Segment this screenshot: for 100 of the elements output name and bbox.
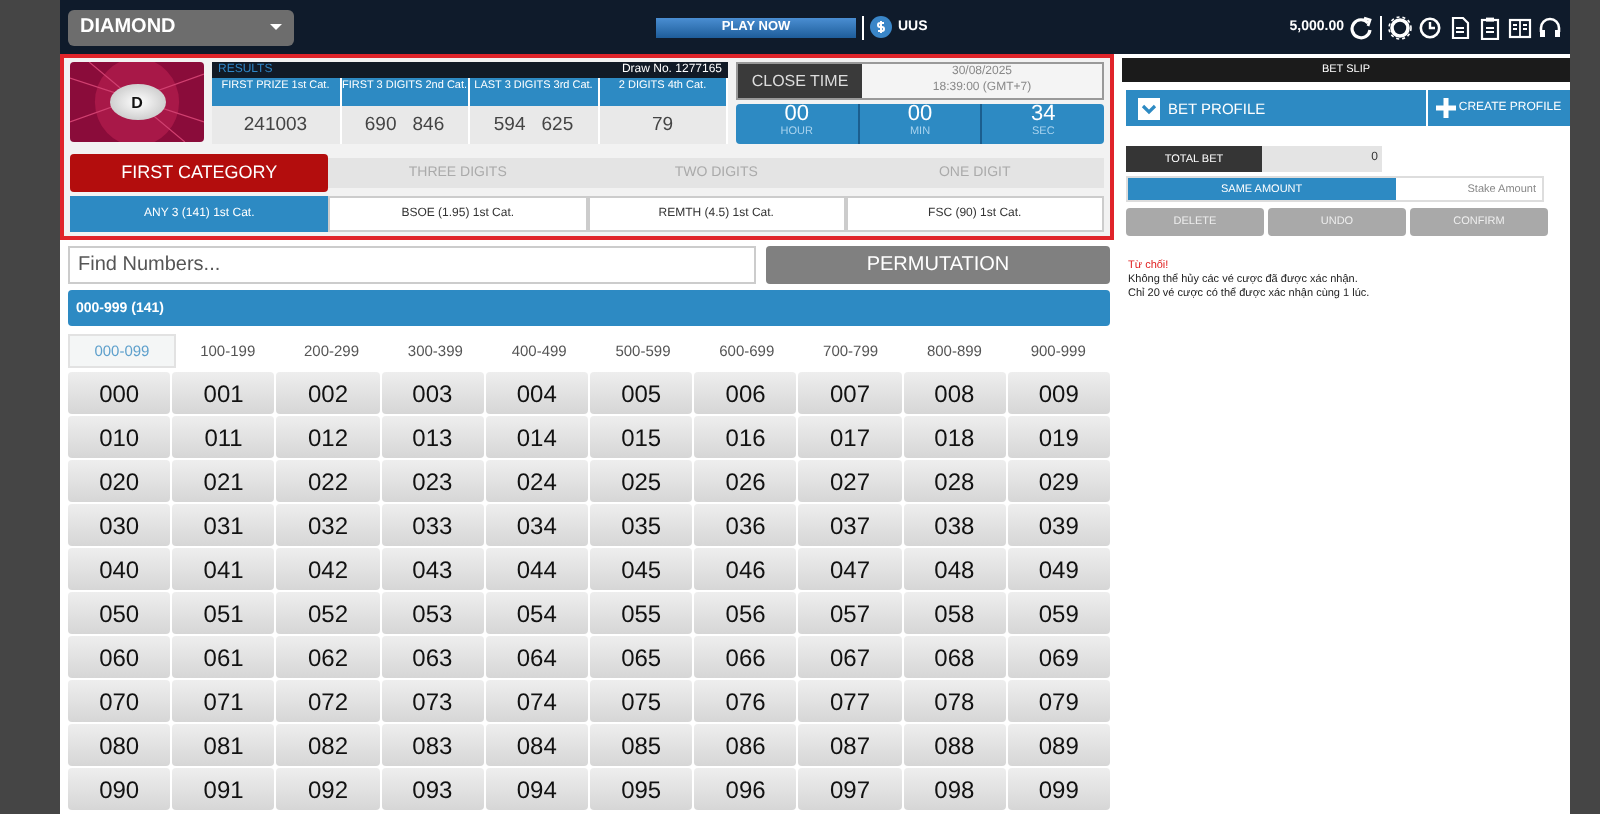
number-button[interactable]: 020 [68, 460, 171, 502]
number-button[interactable]: 098 [903, 768, 1006, 810]
number-button[interactable]: 066 [694, 636, 797, 678]
number-button[interactable]: 069 [1007, 636, 1110, 678]
headset-icon[interactable] [1538, 15, 1562, 39]
number-button[interactable]: 089 [1007, 724, 1110, 766]
number-button[interactable]: 047 [798, 548, 902, 590]
number-button[interactable]: 025 [590, 460, 693, 502]
document-icon[interactable] [1448, 15, 1472, 39]
number-button[interactable]: 004 [485, 372, 588, 414]
number-button[interactable]: 095 [590, 768, 693, 810]
number-button[interactable]: 085 [590, 724, 693, 766]
number-button[interactable]: 014 [485, 416, 588, 458]
number-button[interactable]: 094 [485, 768, 588, 810]
game-select[interactable]: DIAMOND [68, 9, 294, 45]
gear-icon[interactable] [1388, 15, 1412, 39]
number-button[interactable]: 029 [1007, 460, 1110, 502]
number-button[interactable]: 064 [485, 636, 588, 678]
refresh-icon[interactable] [1350, 15, 1374, 39]
number-button[interactable]: 009 [1007, 372, 1110, 414]
category-tab[interactable]: FIRST CATEGORY [70, 153, 329, 192]
number-button[interactable]: 036 [694, 504, 797, 546]
number-button[interactable]: 077 [798, 680, 902, 722]
search-field[interactable]: Find Numbers... [68, 246, 756, 284]
number-button[interactable]: 084 [485, 724, 588, 766]
number-button[interactable]: 018 [903, 416, 1006, 458]
number-button[interactable]: 062 [276, 636, 380, 678]
permutation-button[interactable]: PERMUTATION [766, 246, 1110, 284]
number-button[interactable]: 000 [68, 372, 171, 414]
number-button[interactable]: 027 [798, 460, 902, 502]
number-button[interactable]: 079 [1007, 680, 1110, 722]
number-button[interactable]: 007 [798, 372, 902, 414]
number-button[interactable]: 005 [590, 372, 693, 414]
number-button[interactable]: 076 [694, 680, 797, 722]
number-button[interactable]: 080 [68, 724, 171, 766]
number-button[interactable]: 017 [798, 416, 902, 458]
number-button[interactable]: 088 [903, 724, 1006, 766]
number-button[interactable]: 040 [68, 548, 171, 590]
number-button[interactable]: 054 [485, 592, 588, 634]
number-button[interactable]: 034 [485, 504, 588, 546]
number-button[interactable]: 031 [172, 504, 275, 546]
number-button[interactable]: 091 [172, 768, 275, 810]
number-button[interactable]: 003 [381, 372, 484, 414]
number-button[interactable]: 099 [1007, 768, 1110, 810]
number-button[interactable]: 038 [903, 504, 1006, 546]
number-button[interactable]: 083 [381, 724, 484, 766]
number-button[interactable]: 067 [798, 636, 902, 678]
number-button[interactable]: 056 [694, 592, 797, 634]
history-icon[interactable] [1418, 15, 1442, 39]
number-button[interactable]: 061 [172, 636, 275, 678]
number-button[interactable]: 071 [172, 680, 275, 722]
number-button[interactable]: 008 [903, 372, 1006, 414]
number-button[interactable]: 039 [1007, 504, 1110, 546]
number-button[interactable]: 024 [485, 460, 588, 502]
number-button[interactable]: 058 [903, 592, 1006, 634]
number-button[interactable]: 059 [1007, 592, 1110, 634]
number-button[interactable]: 049 [1007, 548, 1110, 590]
number-button[interactable]: 022 [276, 460, 380, 502]
number-button[interactable]: 097 [798, 768, 902, 810]
number-button[interactable]: 087 [798, 724, 902, 766]
number-button[interactable]: 065 [590, 636, 693, 678]
number-button[interactable]: 075 [590, 680, 693, 722]
number-button[interactable]: 043 [381, 548, 484, 590]
number-button[interactable]: 072 [276, 680, 380, 722]
number-button[interactable]: 042 [276, 548, 380, 590]
number-button[interactable]: 019 [1007, 416, 1110, 458]
number-button[interactable]: 033 [381, 504, 484, 546]
number-button[interactable]: 045 [590, 548, 693, 590]
number-button[interactable]: 055 [590, 592, 693, 634]
number-button[interactable]: 030 [68, 504, 171, 546]
number-button[interactable]: 011 [172, 416, 275, 458]
number-button[interactable]: 041 [172, 548, 275, 590]
number-button[interactable]: 035 [590, 504, 693, 546]
number-button[interactable]: 016 [694, 416, 797, 458]
number-button[interactable]: 081 [172, 724, 275, 766]
number-button[interactable]: 046 [694, 548, 797, 590]
number-button[interactable]: 026 [694, 460, 797, 502]
number-button[interactable]: 078 [903, 680, 1006, 722]
number-button[interactable]: 023 [381, 460, 484, 502]
number-button[interactable]: 006 [694, 372, 797, 414]
number-button[interactable]: 074 [485, 680, 588, 722]
number-button[interactable]: 015 [590, 416, 693, 458]
number-button[interactable]: 012 [276, 416, 380, 458]
number-button[interactable]: 037 [798, 504, 902, 546]
number-button[interactable]: 073 [381, 680, 484, 722]
number-button[interactable]: 060 [68, 636, 171, 678]
clipboard-icon[interactable] [1478, 15, 1502, 39]
number-button[interactable]: 092 [276, 768, 380, 810]
number-button[interactable]: 053 [381, 592, 484, 634]
number-button[interactable]: 082 [276, 724, 380, 766]
number-button[interactable]: 044 [485, 548, 588, 590]
number-button[interactable]: 096 [694, 768, 797, 810]
number-button[interactable]: 048 [903, 548, 1006, 590]
number-button[interactable]: 051 [172, 592, 275, 634]
number-button[interactable]: 013 [381, 416, 484, 458]
number-button[interactable]: 032 [276, 504, 380, 546]
number-button[interactable]: 093 [381, 768, 484, 810]
number-button[interactable]: 070 [68, 680, 171, 722]
number-button[interactable]: 010 [68, 416, 171, 458]
number-button[interactable]: 002 [276, 372, 380, 414]
